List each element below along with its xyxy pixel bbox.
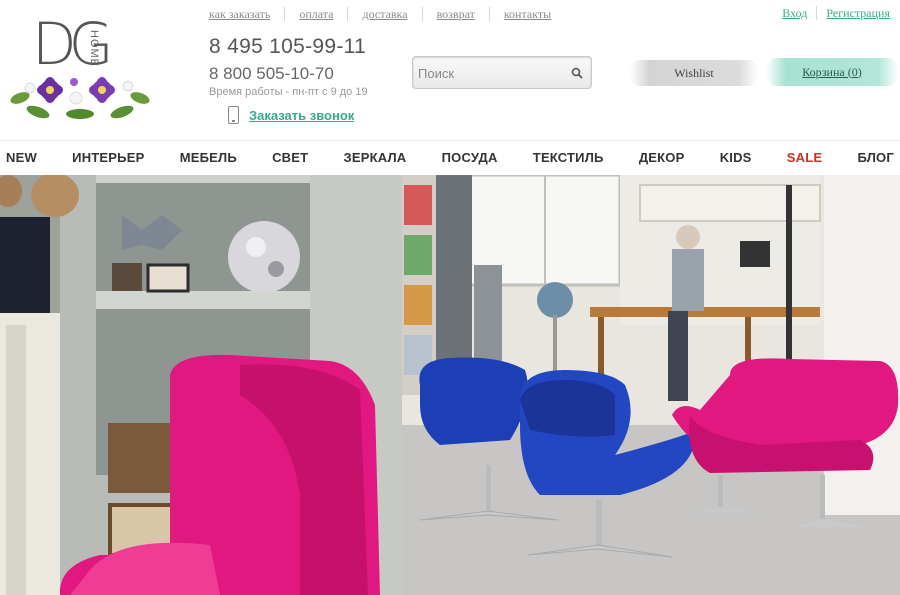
hero-image bbox=[0, 175, 900, 595]
callback-block: Заказать звонок bbox=[228, 106, 354, 124]
top-nav-payment[interactable]: оплата bbox=[285, 7, 349, 21]
nav-lighting[interactable]: СВЕТ bbox=[272, 150, 308, 165]
nav-new[interactable]: NEW bbox=[6, 150, 37, 165]
callback-link[interactable]: Заказать звонок bbox=[249, 108, 354, 123]
nav-textile[interactable]: ТЕКСТИЛЬ bbox=[533, 150, 604, 165]
top-nav: как заказать оплата доставка возврат кон… bbox=[209, 6, 565, 22]
search-icon[interactable] bbox=[571, 67, 583, 79]
nav-decor[interactable]: ДЕКОР bbox=[639, 150, 685, 165]
login-link[interactable]: Вход bbox=[773, 6, 818, 20]
nav-mirrors[interactable]: ЗЕРКАЛА bbox=[344, 150, 407, 165]
nav-blog[interactable]: БЛОГ bbox=[857, 150, 893, 165]
nav-sale[interactable]: SALE bbox=[787, 150, 822, 165]
hero-banner[interactable] bbox=[0, 175, 900, 595]
top-nav-contacts[interactable]: контакты bbox=[490, 7, 565, 21]
cart-button[interactable]: Корзина (0) bbox=[766, 58, 898, 86]
site-header: DG HOME как заказать оплата доставка воз… bbox=[0, 0, 900, 138]
phone-alt: 8 800 505-10-70 bbox=[209, 64, 334, 83]
top-nav-returns[interactable]: возврат bbox=[423, 7, 490, 21]
nav-kids[interactable]: KIDS bbox=[720, 150, 752, 165]
nav-tableware[interactable]: ПОСУДА bbox=[442, 150, 498, 165]
working-hours: Время работы - пн-пт с 9 до 19 bbox=[209, 86, 368, 98]
top-nav-delivery[interactable]: доставка bbox=[348, 7, 423, 21]
mobile-phone-icon bbox=[228, 106, 239, 124]
search-input[interactable] bbox=[418, 63, 568, 83]
nav-interior[interactable]: ИНТЕРЬЕР bbox=[72, 150, 144, 165]
phone-main: 8 495 105-99-11 bbox=[209, 35, 367, 58]
main-nav: NEW ИНТЕРЬЕР МЕБЕЛЬ СВЕТ ЗЕРКАЛА ПОСУДА … bbox=[0, 140, 900, 174]
wishlist-button[interactable]: Wishlist bbox=[630, 60, 758, 86]
top-nav-how-to-order[interactable]: как заказать bbox=[209, 7, 286, 21]
logo-sub: HOME bbox=[88, 30, 100, 67]
search-box bbox=[412, 56, 592, 89]
nav-furniture[interactable]: МЕБЕЛЬ bbox=[180, 150, 237, 165]
account-links: Вход Регистрация bbox=[773, 6, 890, 20]
flower-wreath-icon bbox=[10, 77, 150, 119]
site-logo[interactable]: DG HOME bbox=[10, 14, 150, 126]
register-link[interactable]: Регистрация bbox=[817, 6, 890, 20]
